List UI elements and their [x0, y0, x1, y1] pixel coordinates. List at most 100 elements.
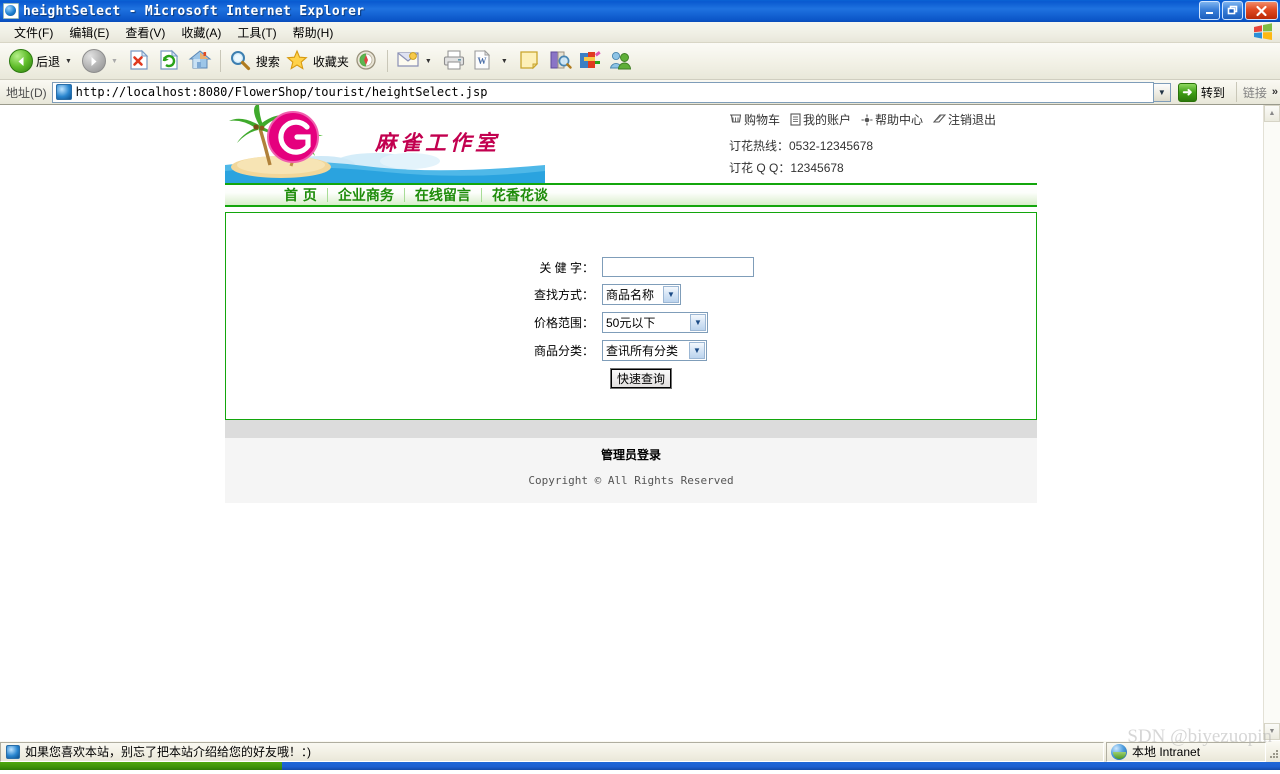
submit-row: 快速查询 — [610, 368, 754, 389]
keyword-label: 关 健 字： — [539, 260, 594, 275]
print-button[interactable] — [439, 46, 469, 76]
address-dropdown-button[interactable]: ▼ — [1153, 82, 1171, 102]
messenger-icon — [608, 49, 632, 73]
search-label: 搜索 — [255, 54, 280, 69]
forward-icon — [81, 49, 106, 73]
forward-dropdown-icon: ▼ — [110, 57, 118, 65]
search-button[interactable]: 搜索 — [226, 46, 283, 76]
window-title: heightSelect - Microsoft Internet Explor… — [23, 3, 365, 19]
nav-business[interactable]: 企业商务 — [328, 185, 404, 205]
header-links: 购物车 我的账户 帮助中心 注销退出 — [729, 111, 1037, 128]
svg-text:W: W — [477, 56, 486, 66]
ie-app-icon — [3, 3, 19, 19]
edit-dropdown-icon[interactable]: ▼ — [501, 58, 508, 65]
restore-button[interactable] — [1222, 1, 1243, 20]
nav-talk[interactable]: 花香花谈 — [482, 185, 558, 205]
links-label[interactable]: 链接 — [1243, 84, 1267, 101]
account-link[interactable]: 我的账户 — [790, 111, 851, 128]
discuss-button[interactable] — [575, 46, 605, 76]
window-titlebar: heightSelect - Microsoft Internet Explor… — [0, 0, 1280, 22]
copyright-text: Copyright © All Rights Reserved — [528, 474, 734, 487]
address-input[interactable]: http://localhost:8080/FlowerShop/tourist… — [51, 81, 1154, 103]
menu-help[interactable]: 帮助(H) — [285, 22, 342, 43]
messenger-button[interactable] — [605, 46, 635, 76]
qq-text: 订花 Q Q：12345678 — [729, 161, 844, 175]
edit-word-icon: W — [472, 49, 496, 73]
stop-button[interactable] — [125, 46, 155, 76]
cart-icon — [730, 114, 742, 123]
scroll-up-button[interactable]: ▲ — [1264, 105, 1280, 122]
logout-link[interactable]: 注销退出 — [933, 111, 996, 128]
account-label: 我的账户 — [803, 113, 852, 127]
security-zone-pane[interactable]: 本地 Intranet — [1106, 741, 1266, 762]
home-button[interactable] — [185, 46, 215, 76]
menu-tools[interactable]: 工具(T) — [229, 22, 284, 43]
admin-login-link[interactable]: 管理员登录 — [225, 446, 1037, 463]
searchby-select[interactable]: 商品名称 ▼ — [602, 284, 681, 305]
back-dropdown-icon[interactable]: ▼ — [65, 58, 72, 65]
ie-status-icon — [6, 744, 20, 759]
search-icon — [229, 49, 253, 73]
go-arrow-icon: ➜ — [1177, 82, 1197, 102]
address-url-text: http://localhost:8080/FlowerShop/tourist… — [75, 85, 488, 99]
mail-button[interactable]: ▼ — [393, 46, 439, 76]
site-nav: 首 页 企业商务 在线留言 花香花谈 — [225, 183, 1037, 207]
favorites-button[interactable]: 收藏夹 — [283, 46, 352, 76]
mail-icon — [396, 49, 420, 73]
research-button[interactable] — [545, 46, 575, 76]
chevron-down-icon: ▼ — [690, 314, 706, 331]
scroll-down-button[interactable]: ▼ — [1264, 723, 1280, 740]
mail-dropdown-icon[interactable]: ▼ — [425, 58, 432, 65]
minimize-button[interactable] — [1199, 1, 1220, 20]
cart-link[interactable]: 购物车 — [729, 111, 780, 128]
address-divider — [1235, 82, 1237, 102]
help-icon — [861, 114, 873, 125]
go-button[interactable]: ➜ 转到 — [1176, 81, 1230, 103]
category-value: 查讯所有分类 — [606, 344, 679, 358]
windows-taskbar — [0, 762, 1280, 770]
media-button[interactable] — [352, 46, 382, 76]
search-form: 关 健 字： 查找方式： 商品名称 ▼ 价格范围： 50元以下 ▼ 商品分类： … — [506, 257, 754, 389]
logout-label: 注销退出 — [948, 113, 997, 127]
vertical-scrollbar[interactable]: ▲ ▼ — [1263, 105, 1280, 740]
resize-grip[interactable] — [1266, 742, 1280, 762]
keyword-input[interactable] — [602, 257, 754, 277]
windows-flag-icon — [1252, 23, 1274, 41]
notes-icon — [518, 49, 542, 73]
status-message: 如果您喜欢本站，别忘了把本站介绍给您的好友哦！：) — [25, 745, 311, 759]
price-label: 价格范围： — [533, 316, 594, 330]
search-panel: 关 健 字： 查找方式： 商品名称 ▼ 价格范围： 50元以下 ▼ 商品分类： … — [225, 212, 1037, 420]
menu-view[interactable]: 查看(V) — [117, 22, 173, 43]
nav-message[interactable]: 在线留言 — [405, 185, 481, 205]
category-select[interactable]: 查讯所有分类 ▼ — [602, 340, 707, 361]
help-link[interactable]: 帮助中心 — [861, 111, 923, 128]
intranet-globe-icon — [1111, 743, 1127, 760]
discuss-icon — [578, 49, 602, 73]
start-button[interactable] — [0, 762, 282, 770]
back-button[interactable]: 后退 ▼ — [6, 46, 79, 76]
nav-home[interactable]: 首 页 — [274, 185, 327, 205]
cart-label: 购物车 — [744, 113, 781, 127]
notes-button[interactable] — [515, 46, 545, 76]
close-button[interactable] — [1245, 1, 1278, 20]
browser-toolbar: 后退 ▼ ▼ 搜索 收藏夹 ▼ W ▼ — [0, 43, 1280, 80]
account-icon — [790, 113, 801, 126]
site-logo[interactable]: 麻雀工作室 — [225, 105, 725, 183]
quick-search-button[interactable]: 快速查询 — [610, 368, 673, 389]
media-icon — [355, 49, 379, 73]
favorites-star-icon — [286, 49, 310, 73]
back-label: 后退 — [36, 54, 61, 69]
favorites-label: 收藏夹 — [312, 54, 349, 69]
menu-file[interactable]: 文件(F) — [6, 22, 61, 43]
site-footer: 管理员登录 Copyright © All Rights Reserved — [225, 438, 1037, 503]
security-zone-label: 本地 Intranet — [1132, 745, 1201, 759]
menu-favorites[interactable]: 收藏(A) — [173, 22, 229, 43]
chevron-right-icon[interactable]: » — [1272, 86, 1278, 98]
chevron-down-icon: ▼ — [689, 342, 705, 359]
edit-word-button[interactable]: W ▼ — [469, 46, 515, 76]
menu-edit[interactable]: 编辑(E) — [61, 22, 117, 43]
help-label: 帮助中心 — [875, 113, 924, 127]
refresh-button[interactable] — [155, 46, 185, 76]
scrollbar-track[interactable] — [1264, 122, 1280, 723]
price-select[interactable]: 50元以下 ▼ — [602, 312, 708, 333]
